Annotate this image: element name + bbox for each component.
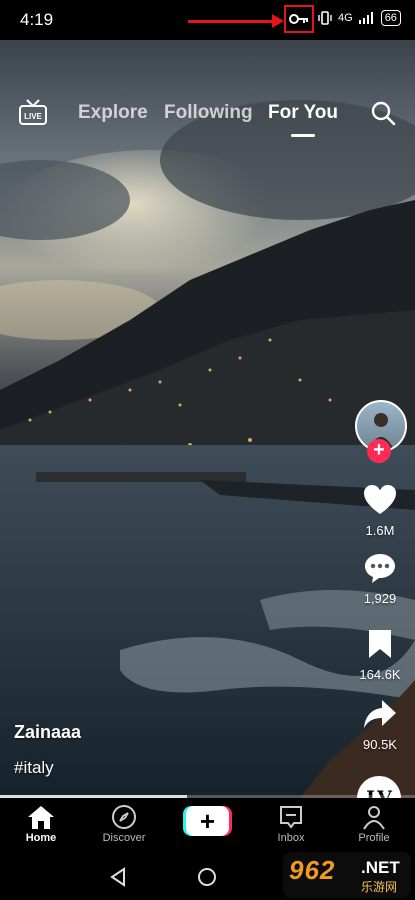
- save-count: 164.6K: [359, 667, 401, 682]
- watermark-domain: .NET: [361, 858, 400, 877]
- signal-icon: [358, 12, 373, 24]
- creator-username[interactable]: Zainaaa: [14, 722, 81, 743]
- tab-explore[interactable]: Explore: [78, 102, 148, 124]
- svg-text:LIVE: LIVE: [24, 112, 42, 121]
- follow-plus-button[interactable]: +: [367, 439, 391, 463]
- tab-profile[interactable]: Profile: [334, 804, 414, 844]
- active-tab-indicator: [291, 134, 315, 137]
- comment-count: 1,929: [363, 591, 397, 606]
- tab-home-label: Home: [25, 832, 57, 844]
- battery-icon: 66: [380, 10, 401, 26]
- share-count: 90.5K: [363, 737, 397, 752]
- vibrate-icon: [318, 11, 332, 25]
- inbox-icon: [280, 806, 302, 829]
- watermark-chinese: 乐游网: [361, 880, 398, 894]
- tab-inbox-label: Inbox: [277, 832, 305, 844]
- comment-icon: [365, 554, 395, 583]
- tab-profile-label: Profile: [358, 832, 390, 844]
- like-count: 1.6M: [365, 523, 395, 538]
- share-arrow-icon: [364, 700, 396, 728]
- video-feed[interactable]: LIVE Explore Following For You + 1.6M 1,…: [0, 40, 415, 798]
- tab-home[interactable]: Home: [1, 804, 81, 844]
- tab-following[interactable]: Following: [164, 102, 253, 124]
- top-nav: LIVE Explore Following For You: [0, 98, 415, 137]
- caption-hashtag[interactable]: #italy: [14, 758, 54, 778]
- status-icons: 4G 66: [318, 10, 401, 26]
- network-type: 4G: [338, 12, 353, 24]
- back-icon[interactable]: [108, 867, 128, 887]
- status-time: 4:19: [20, 10, 54, 29]
- site-watermark: 962 .NET 乐游网: [283, 852, 411, 898]
- share-button[interactable]: 90.5K: [350, 698, 410, 752]
- live-icon[interactable]: LIVE: [18, 98, 48, 133]
- comment-button[interactable]: 1,929: [350, 552, 410, 606]
- tab-discover[interactable]: Discover: [84, 804, 164, 844]
- heart-icon: [364, 485, 396, 514]
- create-button[interactable]: +: [183, 806, 232, 836]
- save-button[interactable]: 164.6K: [350, 628, 410, 682]
- bottom-tab-bar: Home Discover + Inbox Profile: [0, 798, 415, 852]
- home-circle-icon[interactable]: [196, 866, 218, 888]
- tab-inbox[interactable]: Inbox: [251, 804, 331, 844]
- bookmark-icon: [369, 630, 391, 658]
- tab-discover-label: Discover: [102, 832, 146, 844]
- plus-icon: +: [186, 806, 229, 836]
- video-scene: [0, 100, 415, 798]
- status-bar: 4:19 4G 66: [0, 0, 415, 40]
- watermark-brand: 962: [289, 855, 336, 885]
- vpn-key-icon: [284, 5, 314, 33]
- like-button[interactable]: 1.6M: [350, 484, 410, 538]
- home-icon: [28, 806, 54, 829]
- search-icon[interactable]: [370, 100, 396, 131]
- profile-icon: [363, 806, 385, 830]
- compass-icon: [112, 805, 136, 829]
- tab-for-you[interactable]: For You: [268, 102, 338, 124]
- annotation-arrow: [188, 14, 284, 28]
